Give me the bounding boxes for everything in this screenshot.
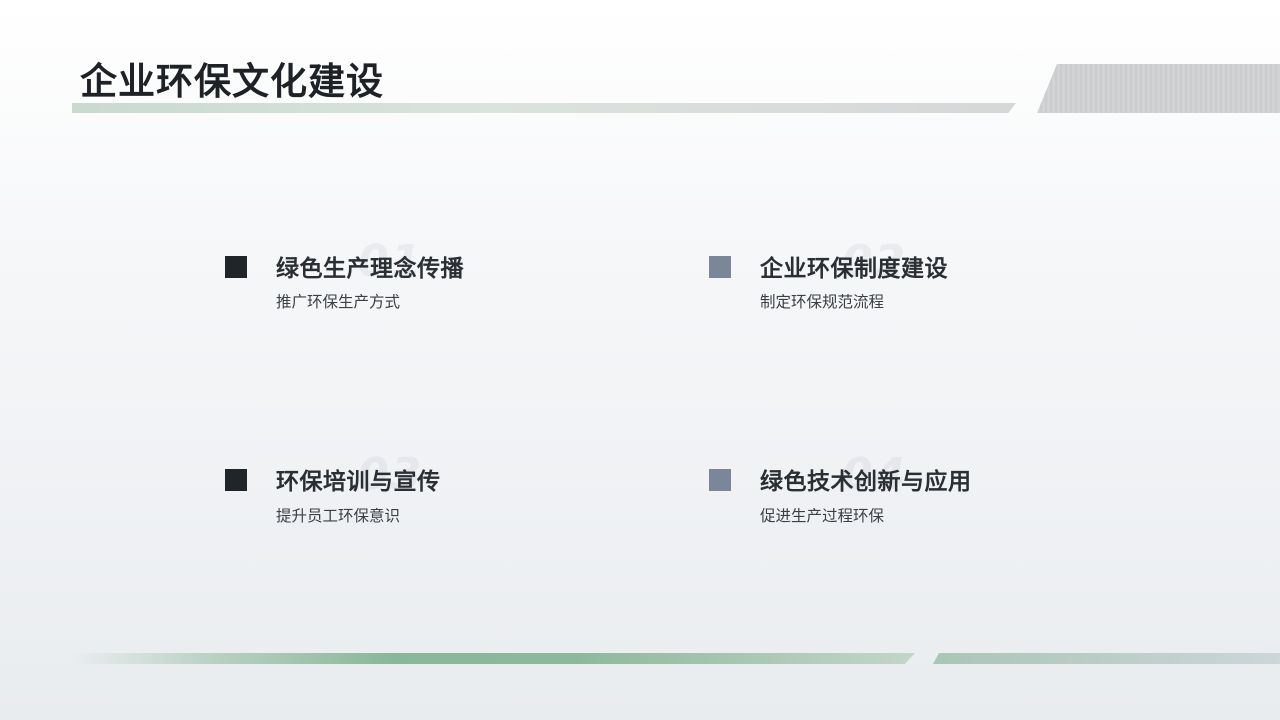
bottom-accent-bar <box>70 653 915 664</box>
slide: 企业环保文化建设 01 绿色生产理念传播 推广环保生产方式 02 企业环保制度建… <box>0 0 1280 720</box>
item-heading: 绿色技术创新与应用 <box>760 469 972 495</box>
item-description: 促进生产过程环保 <box>760 507 885 525</box>
item-description: 提升员工环保意识 <box>276 507 401 525</box>
corner-decoration <box>1037 64 1280 113</box>
square-marker-icon <box>225 256 247 278</box>
item-heading: 企业环保制度建设 <box>760 256 948 282</box>
item-description: 制定环保规范流程 <box>760 293 885 311</box>
item-heading: 绿色生产理念传播 <box>276 256 464 282</box>
square-marker-icon <box>225 469 247 491</box>
title-underline <box>72 103 1016 113</box>
square-marker-icon <box>709 256 731 278</box>
item-heading: 环保培训与宣传 <box>276 469 441 495</box>
slide-title: 企业环保文化建设 <box>80 60 384 103</box>
square-marker-icon <box>709 469 731 491</box>
bottom-accent-bar-right <box>933 653 1280 664</box>
item-description: 推广环保生产方式 <box>276 293 401 311</box>
